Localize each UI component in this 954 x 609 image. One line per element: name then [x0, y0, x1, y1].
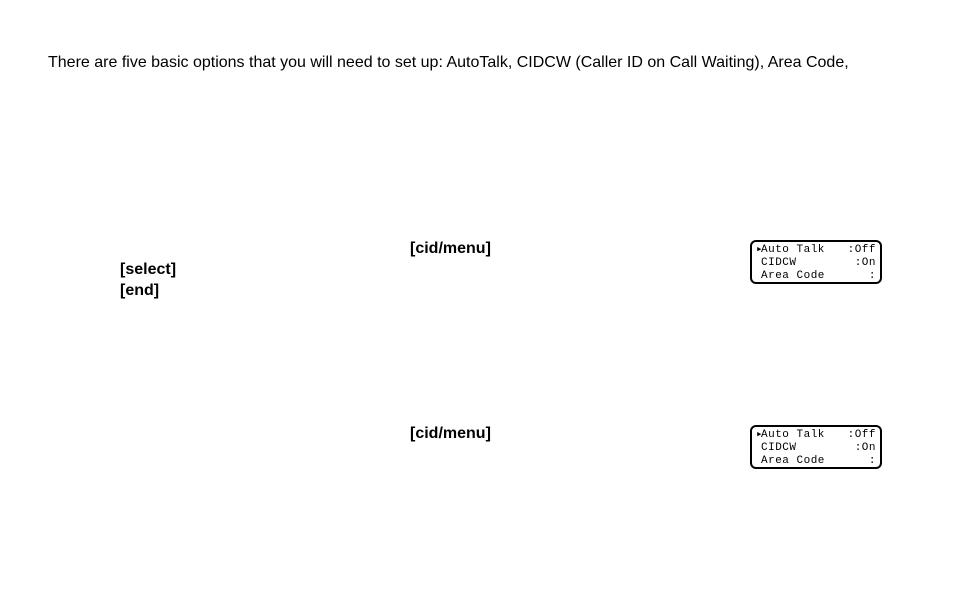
lcd-row1-label: Auto Talk — [761, 244, 825, 256]
lcd-row-3: Area Code : — [756, 270, 876, 283]
lcd-row2-label: CIDCW — [761, 257, 797, 269]
lcd-row2-value: :On — [855, 442, 876, 455]
lcd-display-1: ▸Auto Talk :Off CIDCW :On Area Code : — [750, 240, 882, 284]
lcd-row-3: Area Code : — [756, 455, 876, 468]
lcd-row3-value: : — [869, 455, 876, 468]
lcd-row1-label: Auto Talk — [761, 429, 825, 441]
cid-menu-label-1: [cid/menu] — [410, 240, 491, 258]
lcd-row-2: CIDCW :On — [756, 257, 876, 270]
select-end-block: [select] [end] — [120, 260, 176, 302]
lcd-row1-value: :Off — [848, 244, 876, 257]
select-label: [select] — [120, 260, 176, 281]
cid-menu-label-2: [cid/menu] — [410, 425, 491, 443]
lcd-display-2: ▸Auto Talk :Off CIDCW :On Area Code : — [750, 425, 882, 469]
lcd-row2-label: CIDCW — [761, 442, 797, 454]
lcd-row2-value: :On — [855, 257, 876, 270]
lcd-row3-label: Area Code — [761, 270, 825, 282]
lcd-row-2: CIDCW :On — [756, 442, 876, 455]
end-label: [end] — [120, 281, 176, 302]
lcd-row3-value: : — [869, 270, 876, 283]
lcd-row3-label: Area Code — [761, 455, 825, 467]
lcd-row-1: ▸Auto Talk :Off — [756, 429, 876, 442]
lcd-row1-value: :Off — [848, 429, 876, 442]
lcd-row-1: ▸Auto Talk :Off — [756, 244, 876, 257]
intro-text: There are five basic options that you wi… — [48, 54, 849, 72]
